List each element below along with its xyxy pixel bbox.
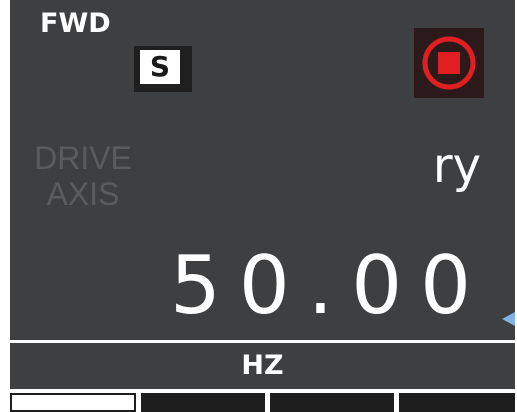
parameter-name: DRIVE AXIS: [34, 140, 132, 212]
softkey-1[interactable]: [10, 393, 136, 412]
scroll-marker-icon: [502, 312, 515, 326]
direction-indicator: FWD: [40, 8, 111, 39]
unit-bar: HZ: [10, 343, 515, 389]
softkey-3[interactable]: [270, 393, 394, 412]
frequency-value: 50.00: [169, 239, 489, 332]
softkey-2[interactable]: [141, 393, 265, 412]
drive-keypad-screen: FWD S DRIVE AXIS ry 50.00 HZ: [0, 0, 517, 412]
softkey-4[interactable]: [399, 393, 515, 412]
source-badge-label: S: [140, 50, 180, 84]
unit-label: HZ: [241, 350, 284, 381]
source-badge: S: [134, 46, 192, 92]
status-code: ry: [432, 138, 481, 194]
stop-icon: [414, 28, 484, 98]
